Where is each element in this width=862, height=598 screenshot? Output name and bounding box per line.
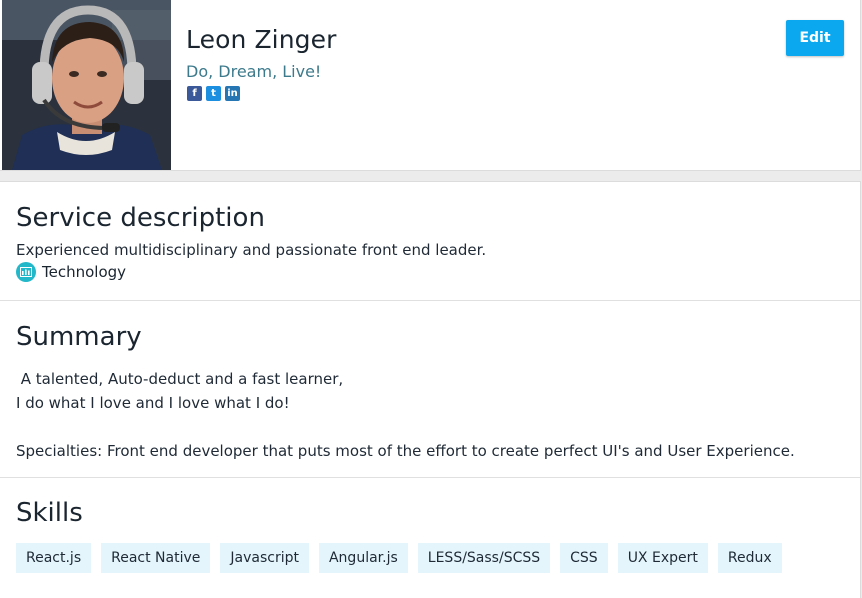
skill-tag[interactable]: LESS/Sass/SCSS bbox=[417, 543, 551, 573]
profile-details-card: Service description Experienced multidis… bbox=[0, 181, 861, 598]
skill-tag[interactable]: Angular.js bbox=[318, 543, 408, 573]
social-links: f t in bbox=[187, 86, 240, 101]
profile-tagline: Do, Dream, Live! bbox=[186, 62, 322, 81]
skill-tag[interactable]: CSS bbox=[560, 543, 608, 573]
service-category: Technology bbox=[16, 262, 126, 282]
divider bbox=[0, 477, 860, 478]
skills-section-title: Skills bbox=[16, 498, 83, 528]
summary-text: A talented, Auto-deduct and a fast learn… bbox=[16, 370, 795, 460]
skill-tag[interactable]: React.js bbox=[16, 543, 92, 573]
skill-tag[interactable]: Redux bbox=[717, 543, 782, 573]
skills-list: React.js React Native Javascript Angular… bbox=[16, 543, 782, 573]
profile-header-card: Leon Zinger Do, Dream, Live! f t in Edit bbox=[0, 0, 861, 171]
profile-page: Leon Zinger Do, Dream, Live! f t in Edit… bbox=[0, 0, 862, 598]
skill-tag[interactable]: UX Expert bbox=[617, 543, 708, 573]
service-section-title: Service description bbox=[16, 203, 265, 233]
linkedin-icon[interactable]: in bbox=[225, 86, 240, 101]
profile-name: Leon Zinger bbox=[186, 25, 337, 54]
service-description: Experienced multidisciplinary and passio… bbox=[16, 241, 487, 259]
skill-tag[interactable]: React Native bbox=[101, 543, 211, 573]
facebook-icon[interactable]: f bbox=[187, 86, 202, 101]
divider bbox=[0, 300, 860, 301]
twitter-icon[interactable]: t bbox=[206, 86, 221, 101]
avatar bbox=[2, 0, 171, 170]
skill-tag[interactable]: Javascript bbox=[220, 543, 309, 573]
category-label: Technology bbox=[42, 263, 127, 281]
edit-button[interactable]: Edit bbox=[786, 20, 844, 56]
summary-section-title: Summary bbox=[16, 322, 142, 352]
technology-icon bbox=[16, 262, 36, 282]
